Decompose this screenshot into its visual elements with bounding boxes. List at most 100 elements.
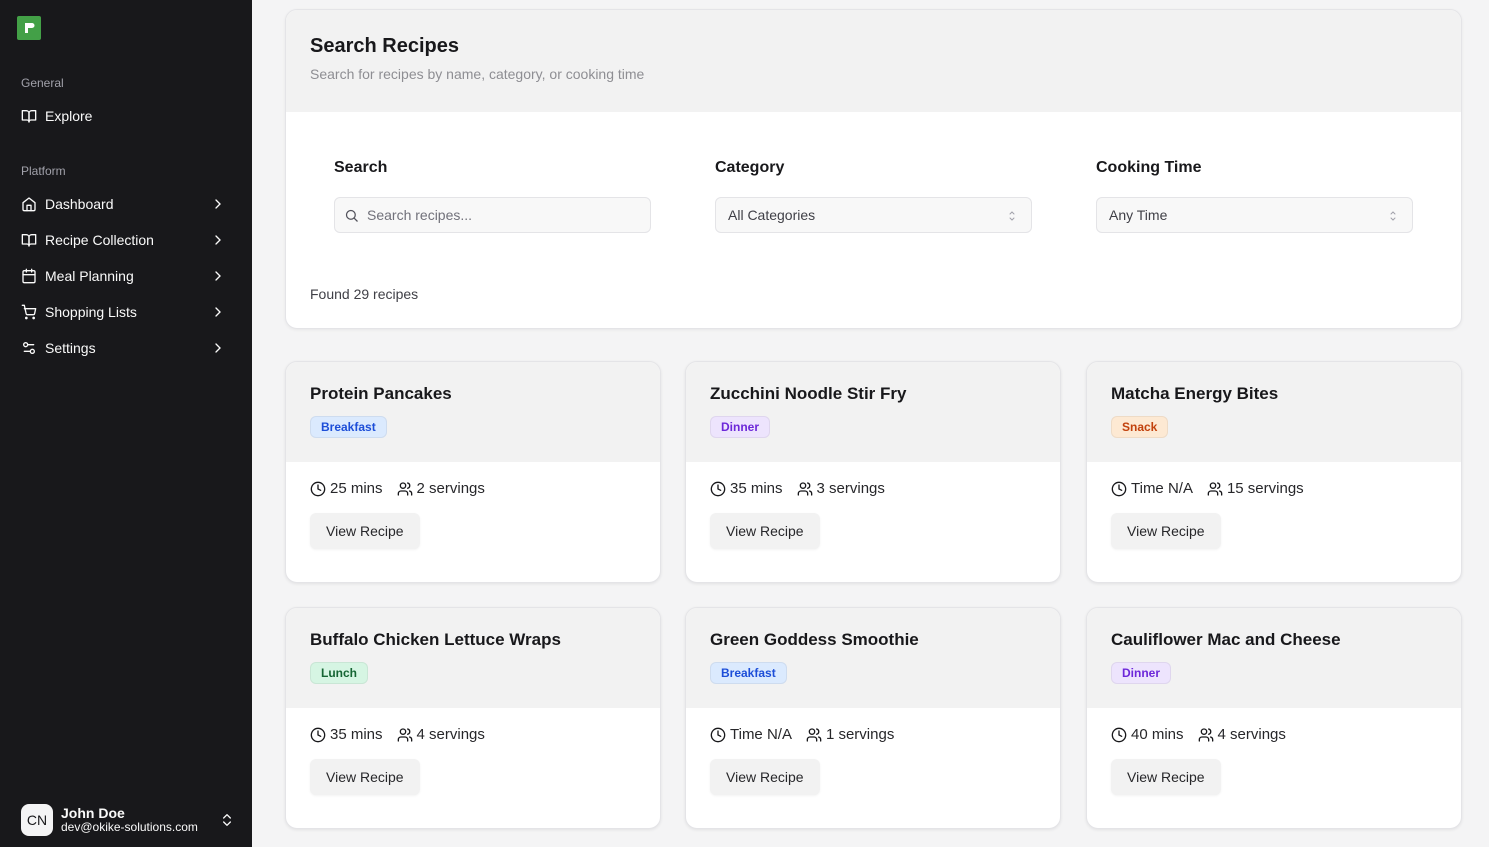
- clock-icon: [710, 727, 726, 742]
- sidebar-item-shopping-lists[interactable]: Shopping Lists: [12, 296, 240, 328]
- cooking-time-select[interactable]: Any Time: [1096, 197, 1413, 233]
- cooking-time: 35 mins: [710, 480, 783, 497]
- clock-icon: [1111, 727, 1127, 742]
- sidebar: General Explore Platform Dashboard Recip…: [0, 0, 252, 847]
- users-icon: [1198, 727, 1213, 742]
- sidebar-item-meal-planning[interactable]: Meal Planning: [12, 260, 240, 292]
- cooking-time-text: 40 mins: [1131, 726, 1184, 743]
- servings: 15 servings: [1207, 480, 1304, 497]
- sidebar-item-explore[interactable]: Explore: [12, 100, 240, 132]
- recipe-title: Green Goddess Smoothie: [710, 630, 919, 649]
- cooking-time-text: 35 mins: [730, 480, 783, 497]
- cooking-time: Time N/A: [710, 726, 792, 743]
- recipe-title: Matcha Energy Bites: [1111, 384, 1279, 403]
- sidebar-item-label: Explore: [45, 108, 93, 124]
- chevron-right-icon: [210, 268, 226, 284]
- cooking-time: 40 mins: [1111, 726, 1184, 743]
- cooking-time: Time N/A: [1111, 480, 1193, 497]
- cooking-time-text: 35 mins: [330, 726, 383, 743]
- search-icon: [344, 208, 359, 226]
- page-title: Search Recipes: [310, 35, 459, 57]
- clock-icon: [1111, 481, 1127, 496]
- servings-text: 3 servings: [816, 480, 885, 497]
- cooking-time-field: Cooking Time Any Time: [1096, 159, 1413, 233]
- sidebar-item-dashboard[interactable]: Dashboard: [12, 188, 240, 220]
- servings: 4 servings: [1198, 726, 1286, 743]
- view-recipe-button[interactable]: View Recipe: [710, 513, 820, 549]
- users-icon: [397, 727, 412, 742]
- book-open-icon: [21, 232, 37, 248]
- category-badge: Lunch: [310, 662, 368, 684]
- clock-icon: [710, 481, 726, 496]
- view-recipe-button[interactable]: View Recipe: [710, 759, 820, 795]
- chevrons-up-down-icon: [1388, 209, 1398, 226]
- clock-icon: [310, 727, 326, 742]
- search-placeholder: Search recipes...: [367, 207, 473, 223]
- cooking-time: 35 mins: [310, 726, 383, 743]
- view-recipe-button[interactable]: View Recipe: [310, 513, 420, 549]
- group-label-general: General: [21, 76, 64, 90]
- sidebar-item-recipe-collection[interactable]: Recipe Collection: [12, 224, 240, 256]
- category-value: All Categories: [728, 207, 816, 223]
- recipe-title: Protein Pancakes: [310, 384, 452, 403]
- sidebar-item-label: Dashboard: [45, 196, 114, 212]
- recipe-title: Zucchini Noodle Stir Fry: [710, 384, 907, 403]
- recipe-card: Buffalo Chicken Lettuce Wraps Lunch 35 m…: [285, 607, 661, 829]
- category-select[interactable]: All Categories: [715, 197, 1032, 233]
- users-icon: [797, 481, 812, 496]
- cooking-time-text: 25 mins: [330, 480, 383, 497]
- view-recipe-button[interactable]: View Recipe: [310, 759, 420, 795]
- category-badge: Breakfast: [710, 662, 787, 684]
- view-recipe-button[interactable]: View Recipe: [1111, 759, 1221, 795]
- sidebar-item-label: Settings: [45, 340, 96, 356]
- servings-text: 1 servings: [825, 726, 895, 743]
- search-field: Search Search recipes...: [334, 159, 651, 233]
- sidebar-item-label: Shopping Lists: [45, 304, 137, 320]
- user-menu[interactable]: CN John Doe dev@okike-solutions.com: [21, 804, 241, 836]
- group-label-platform: Platform: [21, 164, 66, 178]
- home-icon: [21, 196, 37, 212]
- cooking-time-label: Cooking Time: [1096, 159, 1202, 176]
- category-field: Category All Categories: [715, 159, 1032, 233]
- sidebar-item-label: Meal Planning: [45, 268, 134, 284]
- clock-icon: [310, 481, 326, 496]
- user-email: dev@okike-solutions.com: [61, 820, 198, 835]
- category-badge: Breakfast: [310, 416, 387, 438]
- users-icon: [397, 481, 412, 496]
- recipe-card: Zucchini Noodle Stir Fry Dinner 35 mins …: [685, 361, 1061, 583]
- recipe-card: Cauliflower Mac and Cheese Dinner 40 min…: [1086, 607, 1462, 829]
- chevrons-up-down-icon: [219, 812, 235, 833]
- cooking-time-value: Any Time: [1109, 207, 1168, 223]
- avatar: CN: [21, 804, 53, 836]
- category-badge: Dinner: [1111, 662, 1172, 684]
- chevrons-up-down-icon: [1007, 209, 1017, 226]
- page-subtitle: Search for recipes by name, category, or…: [310, 66, 645, 82]
- view-recipe-button[interactable]: View Recipe: [1111, 513, 1221, 549]
- servings: 4 servings: [397, 726, 485, 743]
- app-logo-icon[interactable]: [17, 16, 41, 40]
- category-label: Category: [715, 159, 785, 176]
- servings-text: 4 servings: [416, 726, 485, 743]
- sliders-icon: [21, 340, 37, 356]
- cooking-time-text: Time N/A: [730, 726, 792, 743]
- chevron-right-icon: [210, 340, 226, 356]
- category-badge: Snack: [1111, 416, 1169, 438]
- cooking-time: 25 mins: [310, 480, 383, 497]
- chevron-right-icon: [210, 304, 226, 320]
- servings-text: 15 servings: [1226, 480, 1304, 497]
- search-label: Search: [334, 159, 388, 176]
- recipe-title: Buffalo Chicken Lettuce Wraps: [310, 630, 561, 649]
- recipe-card: Green Goddess Smoothie Breakfast Time N/…: [685, 607, 1061, 829]
- book-open-icon: [21, 108, 37, 124]
- cooking-time-text: Time N/A: [1131, 480, 1193, 497]
- sidebar-item-label: Recipe Collection: [45, 232, 154, 248]
- servings: 1 servings: [806, 726, 894, 743]
- servings-text: 4 servings: [1217, 726, 1286, 743]
- search-input[interactable]: Search recipes...: [334, 197, 651, 233]
- user-name: John Doe: [61, 805, 125, 822]
- users-icon: [1207, 481, 1223, 496]
- calendar-icon: [21, 268, 37, 284]
- sidebar-item-settings[interactable]: Settings: [12, 332, 240, 364]
- shopping-cart-icon: [21, 304, 37, 320]
- search-panel: Search Recipes Search for recipes by nam…: [285, 9, 1462, 329]
